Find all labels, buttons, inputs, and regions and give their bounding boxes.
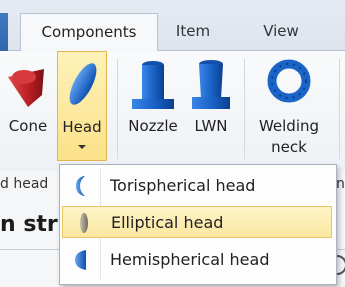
ribbon-separator bbox=[117, 59, 118, 159]
ribbon-group-label: d head bbox=[0, 176, 49, 192]
cone-button[interactable]: Cone bbox=[2, 51, 54, 161]
menu-item-hemispherical-head[interactable]: Hemispherical head bbox=[62, 244, 332, 276]
welding-neck-button[interactable]: Welding neck bbox=[254, 51, 324, 161]
torispherical-head-icon bbox=[76, 176, 85, 196]
welding-neck-flange-icon bbox=[267, 59, 311, 103]
welding-neck-label-line1: Welding bbox=[258, 117, 320, 135]
content-heading: n str bbox=[0, 212, 58, 237]
chevron-down-icon bbox=[78, 145, 86, 149]
menu-item-label: Hemispherical head bbox=[110, 250, 270, 269]
head-button[interactable]: Head bbox=[57, 51, 107, 161]
nozzle-icon bbox=[132, 61, 174, 109]
ribbon-separator bbox=[339, 59, 340, 159]
welding-neck-label-line2: neck bbox=[271, 138, 307, 156]
cone-button-label: Cone bbox=[8, 117, 48, 135]
nozzle-button[interactable]: Nozzle bbox=[122, 51, 184, 161]
menu-item-elliptical-head[interactable]: Elliptical head bbox=[62, 206, 332, 238]
menu-item-label: Elliptical head bbox=[111, 213, 224, 232]
nozzle-button-label: Nozzle bbox=[128, 117, 178, 135]
menu-item-torispherical-head[interactable]: Torispherical head bbox=[62, 170, 332, 202]
tab-view[interactable]: View bbox=[248, 13, 314, 50]
head-button-label: Head bbox=[62, 118, 102, 136]
hemispherical-head-icon bbox=[75, 250, 86, 270]
tab-item[interactable]: Item bbox=[160, 13, 226, 50]
ribbon-group-label-right: n bbox=[336, 176, 345, 192]
head-icon bbox=[69, 63, 97, 105]
menu-item-label: Torispherical head bbox=[110, 176, 256, 195]
head-dropdown-menu: Torispherical head Elliptical head Hemis… bbox=[59, 164, 337, 285]
lwn-icon bbox=[192, 60, 230, 109]
ribbon-tab-bar: Components Item View bbox=[0, 0, 345, 52]
cone-icon bbox=[8, 69, 44, 107]
lwn-button[interactable]: LWN bbox=[186, 51, 236, 161]
lwn-button-label: LWN bbox=[194, 117, 228, 135]
elliptical-head-icon bbox=[80, 213, 88, 233]
file-tab-edge[interactable] bbox=[0, 13, 8, 51]
ribbon-panel: Cone Head Nozzle LWN Welding neck bbox=[0, 51, 345, 171]
tab-components[interactable]: Components bbox=[20, 13, 158, 52]
ribbon-separator bbox=[244, 59, 245, 159]
